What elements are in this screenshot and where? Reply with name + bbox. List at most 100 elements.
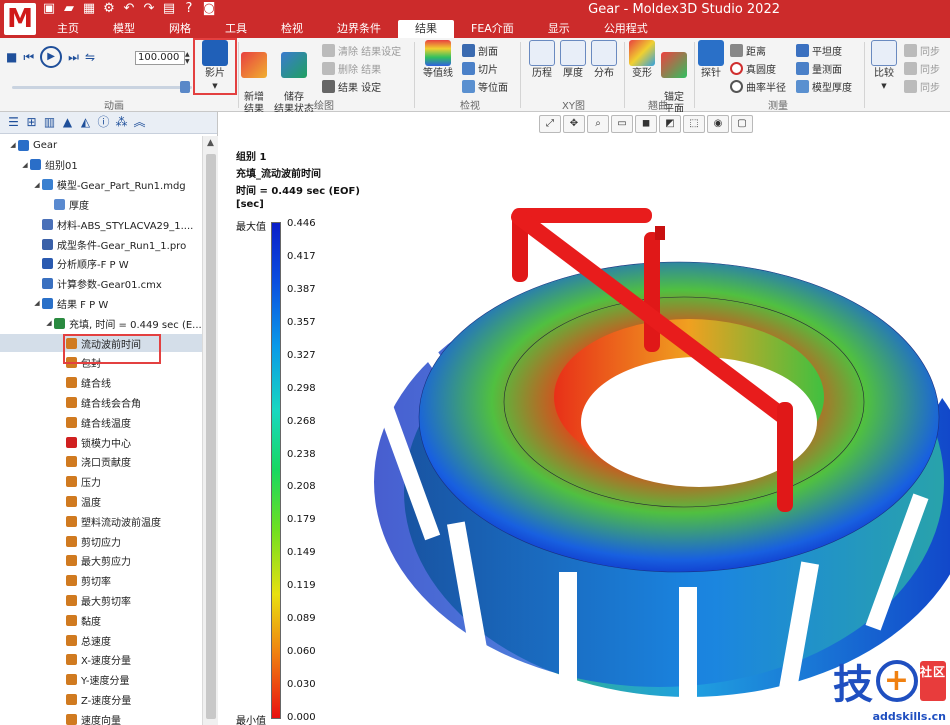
- rotate-icon[interactable]: ✥: [563, 115, 585, 133]
- stop-icon[interactable]: ■: [6, 50, 17, 64]
- zoom-icon[interactable]: ⌕: [587, 115, 609, 133]
- window-icon[interactable]: ▭: [611, 115, 633, 133]
- grid-icon[interactable]: ▦: [82, 2, 96, 16]
- delete-result-button[interactable]: 删除 结果: [322, 60, 381, 76]
- distribution-button[interactable]: 分布: [590, 40, 618, 80]
- tab-utilities[interactable]: 公用程式: [587, 20, 665, 38]
- open-folder-icon[interactable]: ▰: [62, 2, 76, 16]
- iso-surface-button[interactable]: 等位面: [462, 78, 508, 94]
- eye-icon[interactable]: ◉: [707, 115, 729, 133]
- tree-item[interactable]: 最大剪应力: [0, 552, 202, 570]
- mesh-icon[interactable]: ▲: [60, 115, 75, 130]
- scrollbar-thumb[interactable]: [206, 154, 216, 719]
- tree-item[interactable]: ◢ 模型-Gear_Part_Run1.mdg: [0, 176, 202, 194]
- compare-button[interactable]: 比较 ▼: [870, 40, 898, 92]
- sync-button-3[interactable]: 同步: [904, 78, 940, 94]
- model-thickness-button[interactable]: 模型厚度: [796, 78, 852, 94]
- curvature-button[interactable]: 曲率半径: [730, 78, 786, 94]
- layer-icon[interactable]: ▥: [42, 115, 57, 130]
- section-button[interactable]: 剖面: [462, 42, 498, 58]
- tree-scrollbar[interactable]: ▲: [202, 136, 218, 725]
- tree-item[interactable]: 计算参数-Gear01.cmx: [0, 275, 202, 293]
- tree-item[interactable]: 黏度: [0, 611, 202, 629]
- tree-view-icon[interactable]: ⊞: [24, 115, 39, 130]
- tree-item[interactable]: 分析顺序-F P W: [0, 255, 202, 273]
- tree-item[interactable]: ◢ Gear: [0, 136, 202, 154]
- expand-toggle-icon[interactable]: ◢: [32, 299, 42, 307]
- tree-item[interactable]: 压力: [0, 473, 202, 491]
- tree-item[interactable]: 材料-ABS_STYLACVA29_1....: [0, 215, 202, 233]
- list-view-icon[interactable]: ☰: [6, 115, 21, 130]
- thickness-button[interactable]: 厚度: [559, 40, 587, 80]
- new-result-button[interactable]: 新增 结果: [240, 40, 268, 116]
- cut-button[interactable]: 切片: [462, 60, 498, 76]
- probe-button[interactable]: 探针: [698, 40, 724, 80]
- speed-input[interactable]: 100.000: [135, 51, 185, 65]
- app-logo[interactable]: M: [4, 3, 36, 35]
- step-forward-icon[interactable]: ⏭: [68, 50, 79, 65]
- select-all-icon[interactable]: ⬚: [683, 115, 705, 133]
- tree-item[interactable]: 温度: [0, 492, 202, 510]
- history-button[interactable]: 历程: [528, 40, 556, 80]
- tab-results[interactable]: 结果: [398, 20, 454, 38]
- tab-display[interactable]: 显示: [531, 20, 587, 38]
- tree-item[interactable]: Y-速度分量: [0, 671, 202, 689]
- help-icon[interactable]: ?: [182, 2, 196, 16]
- deform-button[interactable]: 变形: [628, 40, 656, 80]
- cube-view-icon[interactable]: ◼: [635, 115, 657, 133]
- scroll-up-icon[interactable]: ▲: [203, 136, 218, 150]
- camera-icon[interactable]: ◙: [202, 2, 216, 16]
- shape-icon[interactable]: ◭: [78, 115, 93, 130]
- tree-item[interactable]: 锁模力中心: [0, 433, 202, 451]
- tree-item[interactable]: ◢ 充填, 时间 = 0.449 sec (E...: [0, 314, 202, 332]
- 3d-viewport[interactable]: ⤢ ✥ ⌕ ▭ ◼ ◩ ⬚ ◉ ▢ 组别 1 充填_流动波前时间 时间 = 0.…: [219, 112, 950, 725]
- gear-model[interactable]: [359, 192, 950, 725]
- speed-spinner[interactable]: ▲ ▼: [185, 51, 193, 65]
- flatness-button[interactable]: 平坦度: [796, 42, 842, 58]
- expand-toggle-icon[interactable]: ◢: [20, 161, 30, 169]
- tree-item[interactable]: 最大剪切率: [0, 591, 202, 609]
- tree-item[interactable]: 速度向量: [0, 710, 202, 725]
- save-icon[interactable]: ▣: [42, 2, 56, 16]
- animation-slider-track[interactable]: [12, 86, 192, 89]
- tree-item[interactable]: X-速度分量: [0, 651, 202, 669]
- tree-item[interactable]: 缝合线温度: [0, 413, 202, 431]
- roundness-button[interactable]: 真圆度: [730, 60, 776, 76]
- play-icon[interactable]: ▶: [40, 46, 63, 68]
- tab-home[interactable]: 主页: [40, 20, 96, 38]
- animation-slider-thumb[interactable]: [180, 81, 190, 93]
- tree-item[interactable]: Z-速度分量: [0, 690, 202, 708]
- sync-button-2[interactable]: 同步: [904, 60, 940, 76]
- contour-button[interactable]: 等值线: [420, 40, 456, 80]
- tree-item[interactable]: 缝合线会合角: [0, 393, 202, 411]
- tree-item[interactable]: 厚度: [0, 195, 202, 213]
- tree-item[interactable]: 成型条件-Gear_Run1_1.pro: [0, 235, 202, 253]
- tree-item[interactable]: 剪切应力: [0, 532, 202, 550]
- tab-mesh[interactable]: 网格: [152, 20, 208, 38]
- tree-item[interactable]: 剪切率: [0, 572, 202, 590]
- collapse-icon[interactable]: ︽: [132, 115, 147, 130]
- tab-boundary[interactable]: 边界条件: [320, 20, 398, 38]
- tree-item[interactable]: 塑料流动波前温度: [0, 512, 202, 530]
- info-icon[interactable]: ⓘ: [96, 115, 111, 130]
- tree-item[interactable]: 浇口贡献度: [0, 453, 202, 471]
- tab-model[interactable]: 模型: [96, 20, 152, 38]
- perspective-icon[interactable]: ◩: [659, 115, 681, 133]
- tab-inspect[interactable]: 检视: [264, 20, 320, 38]
- sync-button-1[interactable]: 同步: [904, 42, 940, 58]
- settings-slider-icon[interactable]: ⇋: [85, 50, 95, 64]
- tree-item[interactable]: ◢ 组别01: [0, 156, 202, 174]
- expand-toggle-icon[interactable]: ◢: [32, 181, 42, 189]
- tree-item[interactable]: 总速度: [0, 631, 202, 649]
- tree-item[interactable]: ◢ 结果 F P W: [0, 294, 202, 312]
- display-mode-icon[interactable]: ▢: [731, 115, 753, 133]
- tree-item[interactable]: 缝合线: [0, 374, 202, 392]
- expand-toggle-icon[interactable]: ◢: [8, 141, 18, 149]
- surface-measure-button[interactable]: 量测面: [796, 60, 842, 76]
- redo-icon[interactable]: ↷: [142, 2, 156, 16]
- clear-settings-button[interactable]: 清除 结果设定: [322, 42, 401, 58]
- result-settings-button[interactable]: 结果 设定: [322, 78, 381, 94]
- distance-button[interactable]: 距离: [730, 42, 766, 58]
- gear-icon[interactable]: ⚙: [102, 2, 116, 16]
- tab-tools[interactable]: 工具: [208, 20, 264, 38]
